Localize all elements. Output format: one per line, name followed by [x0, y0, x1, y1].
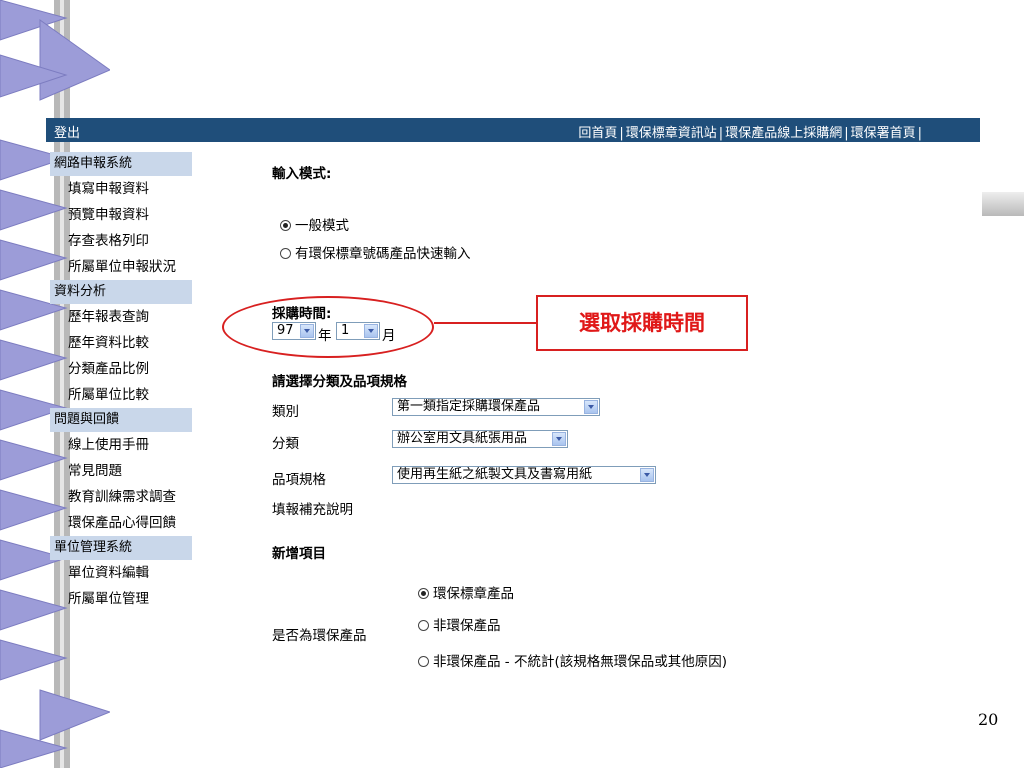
top-nav-bar: 登出 回首頁 | 環保標章資訊站 | 環保產品線上採購網 | 環保署首頁 |: [46, 118, 980, 142]
sidebar-section-data-analysis: 資料分析: [50, 280, 192, 304]
add-item-heading: 新增項目: [272, 546, 326, 562]
spec-label: 品項規格: [272, 472, 326, 488]
sidebar-section-feedback: 問題與回饋: [50, 408, 192, 432]
sidebar-section-online-report: 網路申報系統: [50, 152, 192, 176]
green-procurement-link[interactable]: 環保產品線上採購網: [725, 126, 842, 141]
sidebar-menu: 網路申報系統 填寫申報資料 預覽申報資料 存查表格列印 所屬單位申報狀況 資料分…: [50, 152, 192, 612]
mode-option-normal-label: 一般模式: [295, 218, 349, 234]
mode-option-normal[interactable]: 一般模式: [280, 214, 349, 234]
class-select[interactable]: 辦公室用文具紙張用品: [392, 430, 568, 448]
radio-mode-quick[interactable]: [280, 248, 291, 259]
chevron-down-icon: [552, 432, 566, 446]
slide-edge-bar: [982, 192, 1024, 216]
sidebar-item-yearly-compare[interactable]: 歷年資料比較: [50, 330, 192, 356]
radio-mode-normal[interactable]: [280, 220, 291, 231]
sidebar-item-yearly-report[interactable]: 歷年報表查詢: [50, 304, 192, 330]
sidebar-item-preview-report[interactable]: 預覽申報資料: [50, 202, 192, 228]
eco-option-labeled[interactable]: 環保標章產品: [418, 582, 514, 602]
radio-eco-non-eco[interactable]: [418, 620, 429, 631]
eco-label-info-link[interactable]: 環保標章資訊站: [626, 126, 717, 141]
link-separator: |: [718, 126, 724, 141]
eco-option-non-eco[interactable]: 非環保產品: [418, 614, 501, 634]
link-separator: |: [917, 126, 922, 141]
sidebar-item-unit-edit[interactable]: 單位資料編輯: [50, 560, 192, 586]
type-label: 類別: [272, 404, 299, 420]
sidebar-item-training-survey[interactable]: 教育訓練需求調查: [50, 484, 192, 510]
home-link[interactable]: 回首頁: [578, 126, 617, 141]
callout-box: 選取採購時間: [536, 295, 748, 351]
type-select[interactable]: 第一類指定採購環保產品: [392, 398, 600, 416]
type-select-value: 第一類指定採購環保產品: [397, 399, 541, 414]
sidebar-item-category-ratio[interactable]: 分類產品比例: [50, 356, 192, 382]
sidebar-item-product-feedback[interactable]: 環保產品心得回饋: [50, 510, 192, 536]
sidebar-item-user-manual[interactable]: 線上使用手冊: [50, 432, 192, 458]
class-label: 分類: [272, 436, 299, 452]
eco-option-excluded-label: 非環保產品 - 不統計(該規格無環保品或其他原因): [433, 654, 727, 670]
mode-option-quick-label: 有環保標章號碼產品快速輸入: [295, 246, 471, 262]
top-links: 回首頁 | 環保標章資訊站 | 環保產品線上採購網 | 環保署首頁 |: [578, 122, 924, 141]
sidebar-item-fill-report[interactable]: 填寫申報資料: [50, 176, 192, 202]
link-separator: |: [844, 126, 849, 141]
radio-eco-excluded[interactable]: [418, 656, 429, 667]
sidebar-item-faq[interactable]: 常見問題: [50, 458, 192, 484]
epa-home-link[interactable]: 環保署首頁: [851, 126, 916, 141]
chevron-down-icon: [640, 468, 654, 482]
eco-question-label: 是否為環保產品: [272, 628, 367, 644]
eco-option-non-eco-label: 非環保產品: [433, 618, 501, 634]
mode-option-quick[interactable]: 有環保標章號碼產品快速輸入: [280, 242, 471, 262]
spec-select[interactable]: 使用再生紙之紙製文具及書寫用紙: [392, 466, 656, 484]
spec-select-value: 使用再生紙之紙製文具及書寫用紙: [397, 467, 593, 482]
eco-option-labeled-label: 環保標章產品: [433, 586, 514, 602]
note-label: 填報補充說明: [272, 502, 353, 518]
highlight-ellipse: [222, 296, 434, 358]
eco-option-excluded[interactable]: 非環保產品 - 不統計(該規格無環保品或其他原因): [418, 650, 727, 670]
slide-page-number: 20: [978, 710, 999, 729]
callout-connector: [434, 322, 536, 324]
chevron-down-icon: [584, 400, 598, 414]
category-heading: 請選擇分類及品項規格: [272, 374, 407, 390]
input-mode-label: 輸入模式:: [272, 166, 332, 182]
class-select-value: 辦公室用文具紙張用品: [397, 431, 528, 446]
radio-eco-labeled[interactable]: [418, 588, 429, 599]
sidebar-item-unit-report-status[interactable]: 所屬單位申報狀況: [50, 254, 192, 280]
link-separator: |: [619, 126, 624, 141]
sidebar-section-unit-management: 單位管理系統: [50, 536, 192, 560]
sidebar-item-print-forms[interactable]: 存查表格列印: [50, 228, 192, 254]
logout-link[interactable]: 登出: [54, 122, 80, 141]
sidebar-item-unit-compare[interactable]: 所屬單位比較: [50, 382, 192, 408]
sidebar-item-sub-unit-manage[interactable]: 所屬單位管理: [50, 586, 192, 612]
